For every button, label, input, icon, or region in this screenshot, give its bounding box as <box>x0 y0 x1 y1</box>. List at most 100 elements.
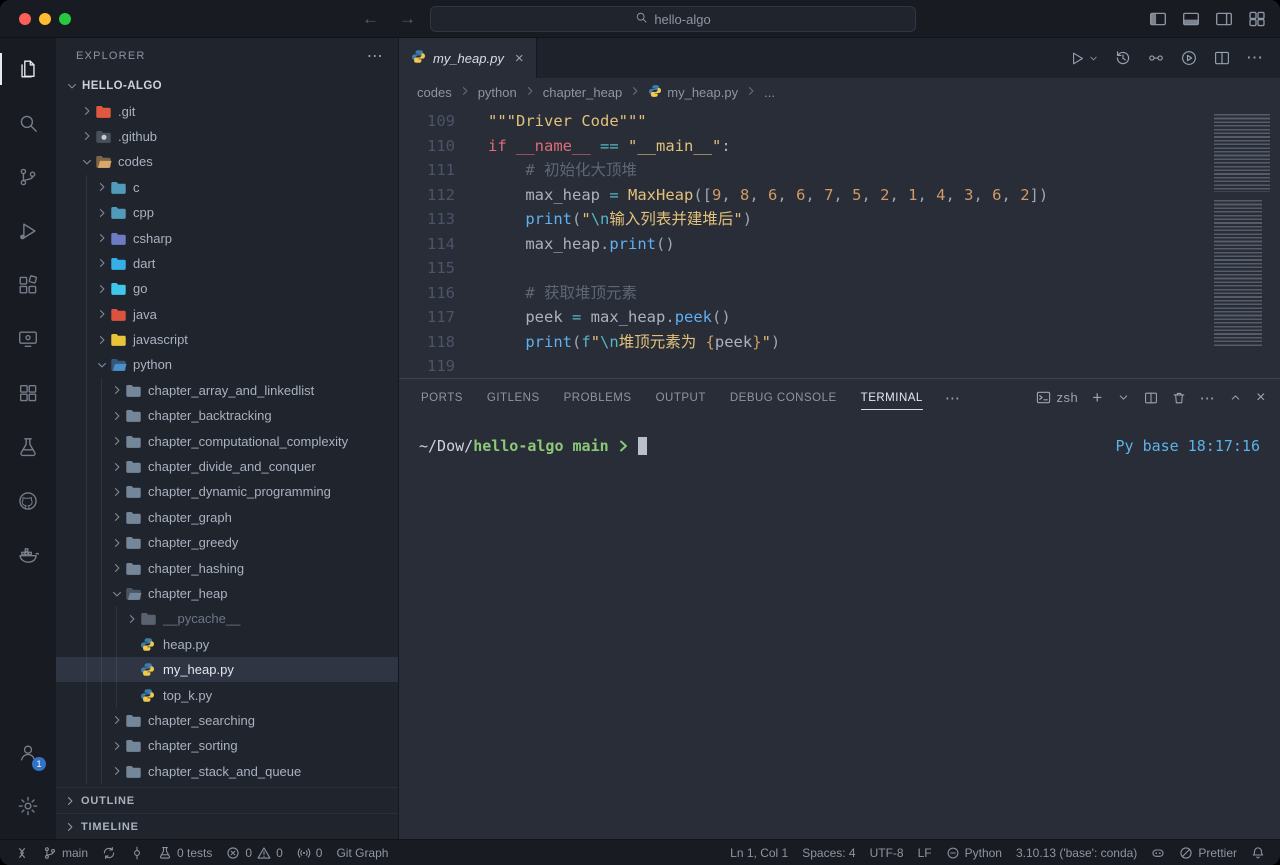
explorer-icon[interactable] <box>0 42 56 96</box>
split-editor-button[interactable] <box>1213 49 1231 67</box>
layout-customize-icon[interactable] <box>1248 10 1266 28</box>
tree-item-csharp[interactable]: csharp <box>56 225 398 250</box>
kill-terminal-button[interactable] <box>1172 391 1186 405</box>
tree-item-javascript[interactable]: javascript <box>56 327 398 352</box>
tree-item-top-k-py[interactable]: top_k.py <box>56 682 398 707</box>
code-line[interactable]: 112 max_heap = MaxHeap([9, 8, 6, 6, 7, 5… <box>399 183 1208 208</box>
language-mode[interactable]: Python <box>939 840 1009 865</box>
tree-item-go[interactable]: go <box>56 276 398 301</box>
indentation[interactable]: Spaces: 4 <box>795 840 862 865</box>
tree-item--git[interactable]: .git <box>56 98 398 123</box>
tree-item-chapter-stack-and-queue[interactable]: chapter_stack_and_queue <box>56 759 398 784</box>
zoom-window-button[interactable] <box>59 13 71 25</box>
branch-status[interactable]: main <box>36 840 95 865</box>
tree-item-c[interactable]: c <box>56 175 398 200</box>
maximize-panel-button[interactable] <box>1229 391 1242 404</box>
breadcrumb-item[interactable]: python <box>478 85 517 100</box>
tree-item--pycache-[interactable]: __pycache__ <box>56 606 398 631</box>
accounts-icon[interactable]: 1 <box>0 725 56 779</box>
tree-item-chapter-divide-and-conquer[interactable]: chapter_divide_and_conquer <box>56 454 398 479</box>
code-line[interactable]: 113 print("\n输入列表并建堆后") <box>399 207 1208 232</box>
tests-status[interactable]: 0 tests <box>151 840 219 865</box>
code-line[interactable]: 119 <box>399 354 1208 378</box>
tree-item-chapter-greedy[interactable]: chapter_greedy <box>56 530 398 555</box>
launch-profile-caret-icon[interactable] <box>1117 391 1130 404</box>
problems-status[interactable]: 00 <box>219 840 289 865</box>
run-or-debug-button[interactable] <box>1180 49 1198 67</box>
tree-item-dart[interactable]: dart <box>56 251 398 276</box>
code-line[interactable]: 118 print(f"\n堆顶元素为 {peek}") <box>399 330 1208 355</box>
panel-more-button[interactable]: ⋯ <box>1200 389 1216 407</box>
run-python-file-button[interactable] <box>1069 50 1099 67</box>
tree-item-chapter-array-and-linkedlist[interactable]: chapter_array_and_linkedlist <box>56 378 398 403</box>
tree-item-python[interactable]: python <box>56 352 398 377</box>
code-line[interactable]: 109"""Driver Code""" <box>399 109 1208 134</box>
search-icon[interactable] <box>0 96 56 150</box>
file-history-button[interactable] <box>1114 49 1132 67</box>
more-actions-button[interactable]: ⋯ <box>1246 48 1264 68</box>
sync-status[interactable] <box>95 840 123 865</box>
close-window-button[interactable] <box>19 13 31 25</box>
tree-item-codes[interactable]: codes <box>56 149 398 174</box>
layout-sidebar-icon[interactable] <box>1149 10 1167 28</box>
docker-icon[interactable] <box>0 528 56 582</box>
eol[interactable]: LF <box>911 840 939 865</box>
breadcrumb-item[interactable]: ... <box>764 85 775 100</box>
tree-item-chapter-heap[interactable]: chapter_heap <box>56 581 398 606</box>
grid-icon[interactable] <box>0 366 56 420</box>
tab-my-heap-py[interactable]: my_heap.py × <box>399 38 537 78</box>
section-outline[interactable]: OUTLINE <box>56 787 398 813</box>
gitlens-status[interactable] <box>123 840 151 865</box>
cursor-position[interactable]: Ln 1, Col 1 <box>723 840 795 865</box>
python-interpreter[interactable]: 3.10.13 ('base': conda) <box>1009 840 1144 865</box>
code-line[interactable]: 110if __name__ == "__main__": <box>399 134 1208 159</box>
forward-button[interactable]: → <box>399 9 416 29</box>
code-line[interactable]: 115 <box>399 256 1208 281</box>
extensions-icon[interactable] <box>0 258 56 312</box>
code-line[interactable]: 111 # 初始化大顶堆 <box>399 158 1208 183</box>
split-terminal-button[interactable] <box>1144 391 1158 405</box>
remote-indicator[interactable] <box>8 840 36 865</box>
breadcrumb-item[interactable]: my_heap.py <box>648 84 738 101</box>
panel-tabs-more-button[interactable]: ⋯ <box>935 389 971 407</box>
back-button[interactable]: ← <box>362 9 379 29</box>
panel-tab-output[interactable]: OUTPUT <box>644 379 718 416</box>
tree-item-chapter-searching[interactable]: chapter_searching <box>56 708 398 733</box>
tree-item-chapter-backtracking[interactable]: chapter_backtracking <box>56 403 398 428</box>
run-and-debug-icon[interactable] <box>0 204 56 258</box>
tree-item--github[interactable]: .github <box>56 124 398 149</box>
code-line[interactable]: 116 # 获取堆顶元素 <box>399 281 1208 306</box>
new-terminal-button[interactable]: + <box>1092 388 1102 408</box>
tree-item-chapter-dynamic-programming[interactable]: chapter_dynamic_programming <box>56 479 398 504</box>
tree-item-chapter-hashing[interactable]: chapter_hashing <box>56 555 398 580</box>
github-icon[interactable] <box>0 474 56 528</box>
prettier-status[interactable]: Prettier <box>1172 840 1244 865</box>
breadcrumb-item[interactable]: codes <box>417 85 452 100</box>
copilot-status[interactable] <box>1144 840 1172 865</box>
panel-tab-problems[interactable]: PROBLEMS <box>552 379 644 416</box>
panel-tab-gitlens[interactable]: GITLENS <box>475 379 552 416</box>
layout-sidebar-right-icon[interactable] <box>1215 10 1233 28</box>
command-center-search[interactable]: hello-algo <box>430 6 916 32</box>
sidebar-more-actions-button[interactable]: ⋯ <box>367 46 384 66</box>
minimap[interactable] <box>1208 106 1280 378</box>
notifications-bell[interactable] <box>1244 840 1272 865</box>
encoding[interactable]: UTF-8 <box>863 840 911 865</box>
tree-item-heap-py[interactable]: heap.py <box>56 632 398 657</box>
tree-item-java[interactable]: java <box>56 302 398 327</box>
terminal-shell-selector[interactable]: zsh <box>1036 390 1078 405</box>
settings-gear-icon[interactable] <box>0 779 56 833</box>
panel-tab-ports[interactable]: PORTS <box>409 379 475 416</box>
code-line[interactable]: 117 peek = max_heap.peek() <box>399 305 1208 330</box>
close-tab-icon[interactable]: × <box>515 50 524 67</box>
source-control-icon[interactable] <box>0 150 56 204</box>
section-timeline[interactable]: TIMELINE <box>56 813 398 839</box>
layout-panel-icon[interactable] <box>1182 10 1200 28</box>
tree-root-folder[interactable]: HELLO-ALGO <box>56 73 398 98</box>
remote-explorer-icon[interactable] <box>0 312 56 366</box>
terminal[interactable]: ~/Dow/hello-algo main Py base 18:17:16 <box>399 416 1280 839</box>
panel-tab-debug-console[interactable]: DEBUG CONSOLE <box>718 379 849 416</box>
open-changes-button[interactable] <box>1147 49 1165 67</box>
tree-item-chapter-graph[interactable]: chapter_graph <box>56 505 398 530</box>
testing-icon[interactable] <box>0 420 56 474</box>
